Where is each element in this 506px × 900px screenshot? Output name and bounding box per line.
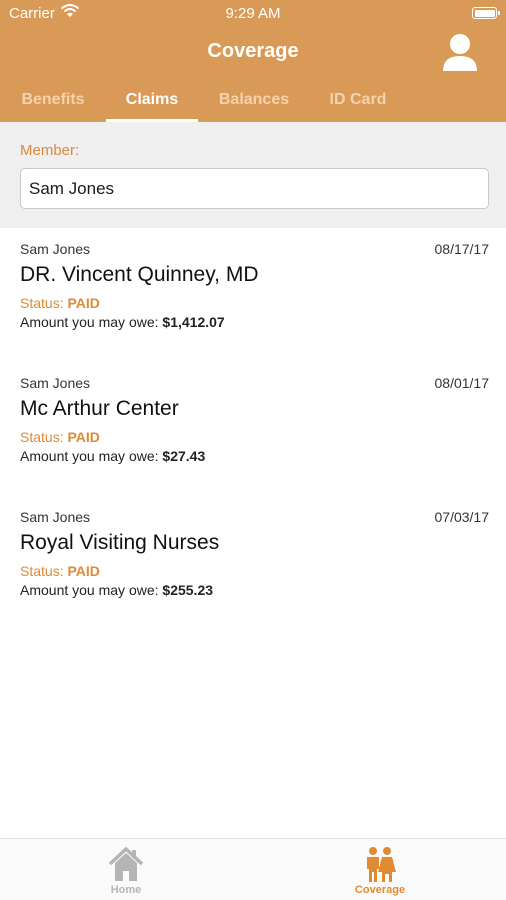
claim-item[interactable]: Sam Jones 08/01/17 Mc Arthur Center Stat… xyxy=(0,375,506,475)
claim-provider: Mc Arthur Center xyxy=(20,397,179,420)
member-filter: Member: xyxy=(0,122,506,228)
claim-member: Sam Jones xyxy=(20,375,91,391)
clock: 9:29 AM xyxy=(225,5,281,22)
claim-provider: DR. Vincent Quinney, MD xyxy=(20,263,259,286)
status-value: PAID xyxy=(67,429,100,445)
owe-value: $255.23 xyxy=(162,582,214,598)
family-icon xyxy=(367,847,396,882)
claim-amount-owed: Amount you may owe: $255.23 xyxy=(20,582,213,598)
tab-claims[interactable]: Claims xyxy=(106,84,198,122)
tabbar-label-coverage: Coverage xyxy=(354,884,406,896)
profile-icon[interactable] xyxy=(442,33,478,71)
bottom-tab-bar: Home Coverage xyxy=(0,838,506,900)
tabbar-item-coverage[interactable]: Coverage xyxy=(320,839,440,900)
status-label: Status: xyxy=(20,295,68,311)
claim-amount-owed: Amount you may owe: $1,412.07 xyxy=(20,314,225,330)
status-value: PAID xyxy=(67,563,100,579)
battery-icon xyxy=(472,7,500,19)
tabbar-item-home[interactable]: Home xyxy=(66,839,186,900)
claim-status: Status: PAID xyxy=(20,563,100,579)
owe-label: Amount you may owe: xyxy=(20,582,163,598)
tab-id-card[interactable]: ID Card xyxy=(312,84,404,122)
claim-status: Status: PAID xyxy=(20,295,100,311)
member-label: Member: xyxy=(20,142,80,159)
tab-label: Claims xyxy=(125,91,179,108)
owe-label: Amount you may owe: xyxy=(20,448,163,464)
claim-date: 08/01/17 xyxy=(434,375,490,391)
home-icon xyxy=(108,847,144,881)
owe-value: $27.43 xyxy=(162,448,206,464)
claim-item[interactable]: Sam Jones 07/03/17 Royal Visiting Nurses… xyxy=(0,509,506,609)
claim-amount-owed: Amount you may owe: $27.43 xyxy=(20,448,205,464)
app-header: Carrier 9:29 AM Coverage Benefits Claims… xyxy=(0,0,506,122)
claim-status: Status: PAID xyxy=(20,429,100,445)
status-bar: Carrier 9:29 AM xyxy=(0,0,506,26)
owe-value: $1,412.07 xyxy=(162,314,225,330)
claim-member: Sam Jones xyxy=(20,509,91,525)
claim-member: Sam Jones xyxy=(20,241,91,257)
claim-date: 08/17/17 xyxy=(434,241,490,257)
tab-label: Benefits xyxy=(21,91,85,108)
status-label: Status: xyxy=(20,563,68,579)
tab-label: ID Card xyxy=(329,91,387,108)
claim-item[interactable]: Sam Jones 08/17/17 DR. Vincent Quinney, … xyxy=(0,241,506,341)
tab-balances[interactable]: Balances xyxy=(206,84,302,122)
member-field[interactable] xyxy=(20,168,489,209)
claim-provider: Royal Visiting Nurses xyxy=(20,531,220,554)
tab-label: Balances xyxy=(218,91,290,108)
owe-label: Amount you may owe: xyxy=(20,314,163,330)
status-value: PAID xyxy=(67,295,100,311)
status-label: Status: xyxy=(20,429,68,445)
tabbar-label-home: Home xyxy=(110,884,142,896)
claim-date: 07/03/17 xyxy=(434,509,490,525)
tab-benefits[interactable]: Benefits xyxy=(6,84,100,122)
page-title: Coverage xyxy=(207,40,299,62)
coverage-tabs: Benefits Claims Balances ID Card xyxy=(0,84,506,122)
